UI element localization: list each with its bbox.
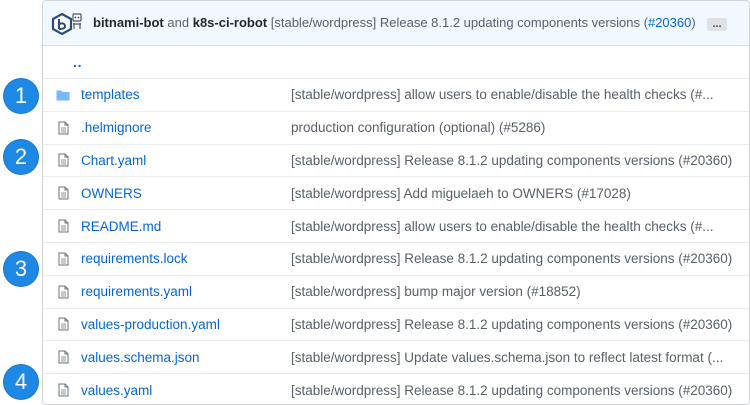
file-name-link[interactable]: .helmignore xyxy=(81,120,291,135)
file-icon xyxy=(45,219,81,233)
file-name-link[interactable]: values.schema.json xyxy=(81,350,291,365)
file-browser-panel: bitnami-bot and k8s-ci-robot [stable/wor… xyxy=(42,0,750,405)
step-badge-1: 1 xyxy=(4,79,38,113)
commit-message[interactable]: [stable/wordpress] Release 8.1.2 updatin… xyxy=(271,15,648,30)
file-icon xyxy=(45,285,81,299)
commit-author-1[interactable]: bitnami-bot xyxy=(93,15,164,30)
parent-directory-link[interactable]: .. xyxy=(73,55,83,70)
file-row[interactable]: README.md [stable/wordpress] allow users … xyxy=(43,209,749,242)
avatars[interactable] xyxy=(51,10,87,36)
file-list: templates [stable/wordpress] allow users … xyxy=(43,78,749,404)
file-icon xyxy=(45,317,81,331)
file-icon xyxy=(45,153,81,167)
step-badge-2: 2 xyxy=(4,140,38,174)
file-commit-message[interactable]: [stable/wordpress] allow users to enable… xyxy=(291,87,736,102)
file-icon xyxy=(45,121,81,135)
commit-close-paren: ) xyxy=(691,15,696,30)
file-commit-message[interactable]: [stable/wordpress] Release 8.1.2 updatin… xyxy=(291,383,736,398)
file-commit-message[interactable]: [stable/wordpress] allow users to enable… xyxy=(291,219,736,234)
file-icon xyxy=(45,252,81,266)
file-commit-message[interactable]: [stable/wordpress] Update values.schema.… xyxy=(291,350,736,365)
file-commit-message[interactable]: [stable/wordpress] Release 8.1.2 updatin… xyxy=(291,153,736,168)
file-commit-message[interactable]: [stable/wordpress] Release 8.1.2 updatin… xyxy=(291,251,736,266)
file-name-link[interactable]: README.md xyxy=(81,219,291,234)
file-commit-message[interactable]: [stable/wordpress] Release 8.1.2 updatin… xyxy=(291,317,736,332)
file-row[interactable]: .helmignore production configuration (opt… xyxy=(43,110,749,144)
file-row[interactable]: values-production.yaml [stable/wordpress]… xyxy=(43,307,749,341)
file-name-link[interactable]: requirements.yaml xyxy=(81,284,291,299)
file-row[interactable]: requirements.lock [stable/wordpress] Rele… xyxy=(43,241,749,275)
latest-commit-bar: bitnami-bot and k8s-ci-robot [stable/wor… xyxy=(43,1,749,46)
file-name-link[interactable]: values-production.yaml xyxy=(81,317,291,332)
file-name-link[interactable]: requirements.lock xyxy=(81,251,291,266)
parent-directory-row[interactable]: .. xyxy=(43,46,749,78)
file-icon xyxy=(45,383,81,397)
bitnami-avatar-icon[interactable] xyxy=(51,13,73,35)
file-commit-message[interactable]: [stable/wordpress] bump major version (#… xyxy=(291,284,736,299)
file-commit-message[interactable]: [stable/wordpress] Add miguelaeh to OWNE… xyxy=(291,186,736,201)
commit-and-text: and xyxy=(167,15,190,30)
commit-pr-link[interactable]: #20360 xyxy=(648,15,691,30)
file-commit-message[interactable]: production configuration (optional) (#52… xyxy=(291,120,736,135)
file-row[interactable]: Chart.yaml [stable/wordpress] Release 8.1… xyxy=(43,143,749,177)
file-name-link[interactable]: values.yaml xyxy=(81,383,291,398)
file-name-link[interactable]: templates xyxy=(81,87,291,102)
expand-commit-button[interactable]: ... xyxy=(707,18,727,31)
step-badge-3: 3 xyxy=(4,252,38,286)
commit-author-2[interactable]: k8s-ci-robot xyxy=(193,15,267,30)
file-row[interactable]: values.schema.json [stable/wordpress] Upd… xyxy=(43,340,749,373)
file-row[interactable]: OWNERS [stable/wordpress] Add miguelaeh t… xyxy=(43,176,749,209)
folder-icon xyxy=(45,89,81,101)
file-icon xyxy=(45,350,81,364)
file-row[interactable]: requirements.yaml [stable/wordpress] bump… xyxy=(43,274,749,308)
file-row[interactable]: values.yaml [stable/wordpress] Release 8.… xyxy=(43,373,749,404)
commit-summary: bitnami-bot and k8s-ci-robot [stable/wor… xyxy=(93,15,727,31)
file-row[interactable]: templates [stable/wordpress] allow users … xyxy=(43,78,749,111)
file-icon xyxy=(45,186,81,200)
step-badge-4: 4 xyxy=(4,365,38,399)
file-name-link[interactable]: OWNERS xyxy=(81,186,291,201)
file-name-link[interactable]: Chart.yaml xyxy=(81,153,291,168)
k8s-robot-avatar-icon[interactable] xyxy=(71,11,83,31)
